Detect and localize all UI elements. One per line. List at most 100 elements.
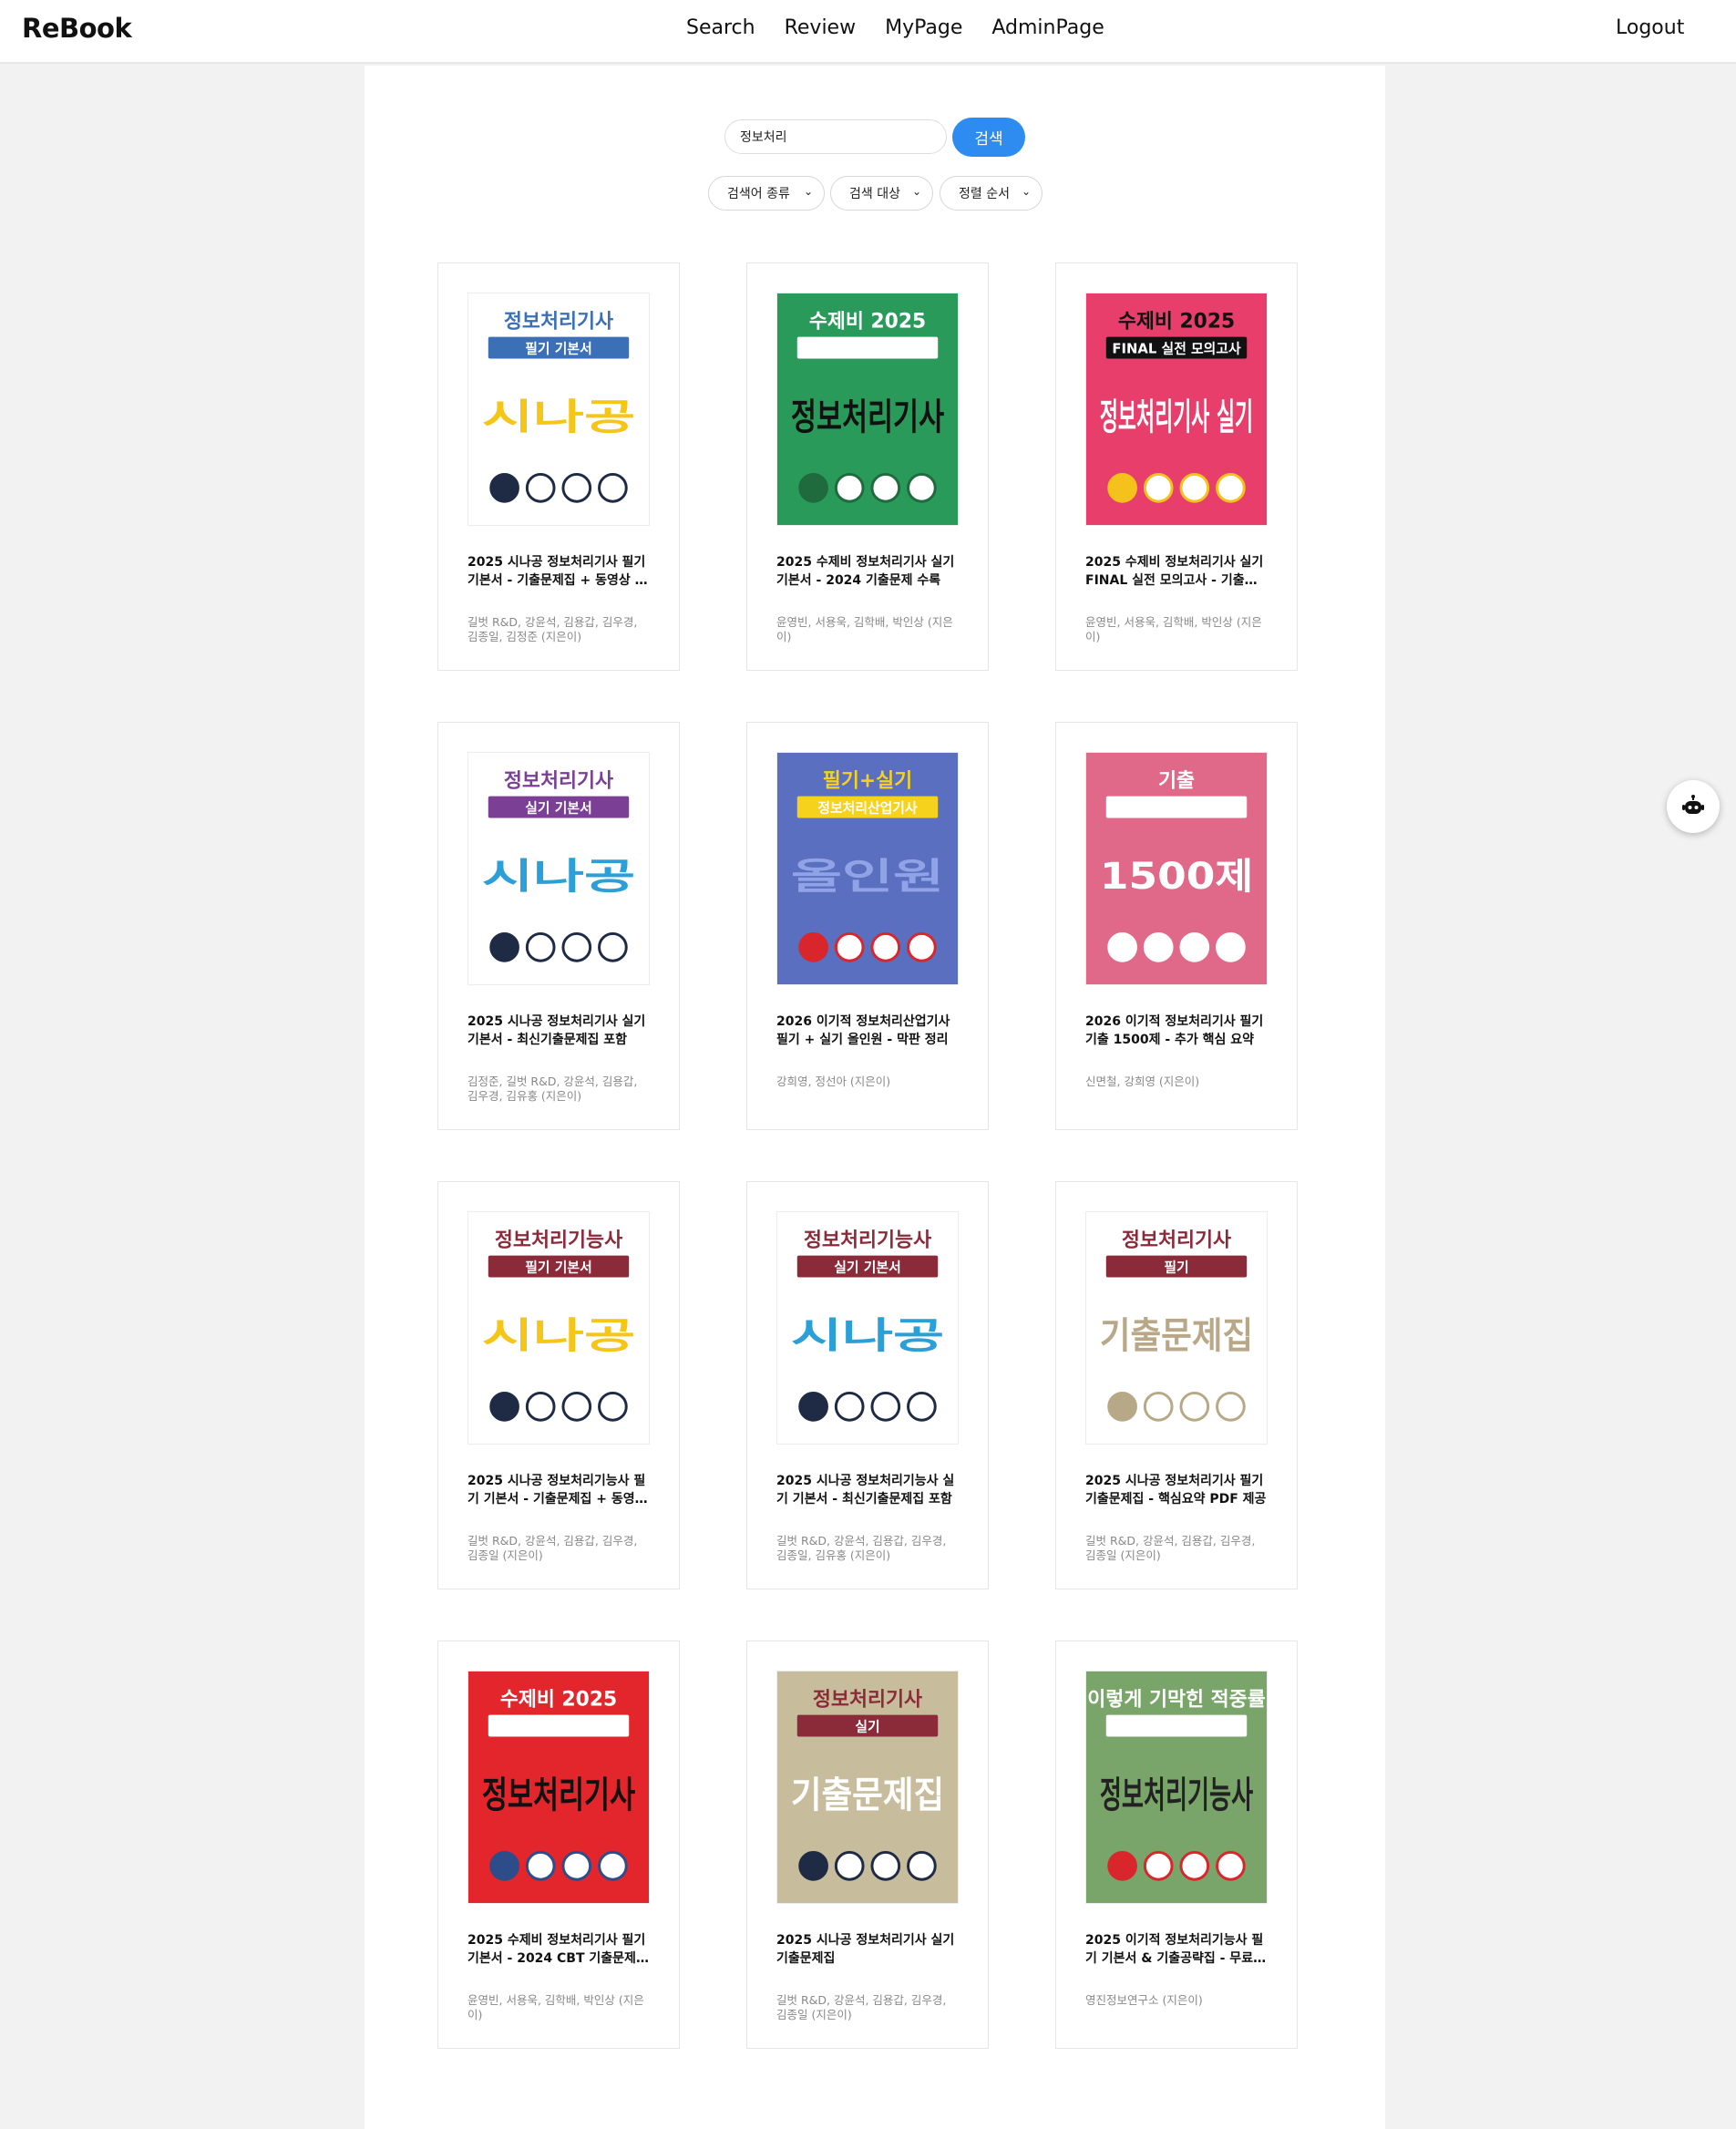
cover-top-text: 수제비 2025	[809, 311, 926, 334]
cover-top-text: 정보처리기능사	[495, 1229, 622, 1252]
cover-sub-text: 필기	[1164, 1718, 1188, 1734]
book-cover-image[interactable]: 수제비 2025 실기 기본서정보처리기사	[776, 293, 959, 526]
chatbot-button[interactable]	[1667, 780, 1720, 833]
robot-icon	[1682, 795, 1704, 814]
book-author: 강희영, 정선아 (지은이)	[776, 1075, 891, 1088]
search-target-select[interactable]: 검색 대상 ⌄	[830, 176, 933, 211]
book-cover-image[interactable]: 정보처리기사 실기 기본서 시나공	[467, 752, 650, 985]
cover-sub-text: 실기 기본서	[834, 1259, 900, 1275]
book-card[interactable]: 기출 정보처리기사 1500제 2026 이기적 정보처리기사 필기 기출 1500제…	[1055, 722, 1298, 1130]
book-title[interactable]: 2025 시나공 정보처리기사 실기 기출문제집	[776, 1931, 959, 1968]
cover-top-text: 정보처리기사	[504, 770, 613, 793]
nav-mypage-link[interactable]: MyPage	[885, 16, 962, 39]
book-card[interactable]: 수제비 2025 실기 기본서정보처리기사 2025 수제비 정보처리기사 실기 기…	[746, 262, 989, 671]
top-navbar: ReBook Search Review MyPage AdminPage Lo…	[0, 0, 1736, 64]
book-cover-art: 정보처리기능사필기 기본서시나공	[468, 1212, 649, 1444]
cover-sub-text: 정보처리산업기사	[817, 799, 918, 816]
book-cover-image[interactable]: 기출 정보처리기사 1500제	[1085, 752, 1268, 985]
book-cover-image[interactable]: 필기+실기정보처리산업기사올인원	[776, 752, 959, 985]
cover-sub-text: 실기 기본서	[834, 340, 900, 356]
cover-top-text: 정보처리기사	[504, 311, 613, 334]
book-cover-art: 정보처리기사필기기출문제집	[1086, 1212, 1267, 1444]
book-title[interactable]: 2026 이기적 정보처리산업기사 필기 + 실기 올인원 - 막판 정리	[776, 1013, 959, 1049]
book-cover-image[interactable]: 정보처리기사필기 기본서시나공	[467, 293, 650, 526]
book-cover-image[interactable]: 정보처리기사필기기출문제집	[1085, 1211, 1268, 1445]
cover-top-text: 수제비 2025	[500, 1689, 617, 1712]
cover-sub-text: 필기 기본서	[525, 340, 591, 356]
cover-sub-text: 정보처리기사	[1139, 799, 1214, 816]
book-author: 길벗 R&D, 강윤석, 김용갑, 김우경, 김종일 (지은이)	[776, 1993, 947, 2021]
book-title[interactable]: 2025 이기적 정보처리기능사 필기 기본서 & 기출공략집 - 무료 동영상	[1085, 1931, 1268, 1968]
sort-order-select-label: 정렬 순서	[959, 187, 1010, 201]
book-cover-image[interactable]: 정보처리기사 실기 기출문제집	[776, 1671, 959, 1904]
book-author: 윤영빈, 서용욱, 김학배, 박인상 (지은이)	[776, 615, 953, 643]
search-type-select[interactable]: 검색어 종류 ⌄	[708, 176, 825, 211]
cover-main-text: 정보처리기사 실기	[1100, 396, 1253, 438]
book-cover-image[interactable]: 정보처리기능사실기 기본서시나공	[776, 1211, 959, 1445]
chevron-down-icon: ⌄	[1021, 185, 1031, 198]
cover-main-text: 1500제	[1100, 856, 1253, 898]
book-title[interactable]: 2025 시나공 정보처리기사 실기 기본서 - 최신기출문제집 포함	[467, 1013, 650, 1049]
search-type-select-label: 검색어 종류	[727, 187, 790, 201]
book-cover-art: 수제비 2025 FINAL 실전 모의고사정보처리기사 실기	[1086, 293, 1267, 525]
cover-sub-text: 필기	[1164, 1259, 1188, 1275]
search-button[interactable]: 검색	[952, 118, 1025, 157]
book-cover-image[interactable]: 수제비 2025 FINAL 실전 모의고사 정보처리기사 실기	[1085, 293, 1268, 526]
book-card[interactable]: 정보처리기능사 필기 기본서 시나공 2025 시나공 정보처리기능사 필기 기본서 …	[437, 1181, 680, 1589]
book-author: 김정준, 길벗 R&D, 강윤석, 김용갑, 김우경, 김유홍 (지은이)	[467, 1075, 638, 1103]
cover-top-text: 수제비 2025	[1118, 311, 1235, 334]
cover-top-text: 정보처리기사	[1122, 1229, 1231, 1252]
book-cover-art: 정보처리기사실기 기본서시나공	[468, 753, 649, 984]
book-author: 신면철, 강희영 (지은이)	[1085, 1075, 1200, 1088]
cover-top-text: 필기+실기	[823, 770, 912, 793]
chevron-down-icon: ⌄	[803, 185, 813, 198]
book-cover-image[interactable]: 정보처리기능사 필기 기본서 시나공	[467, 1211, 650, 1445]
book-author: 길벗 R&D, 강윤석, 김용갑, 김우경, 김종일 (지은이)	[467, 1534, 638, 1562]
book-title[interactable]: 2026 이기적 정보처리기사 필기 기출 1500제 - 추가 핵심 요약	[1085, 1013, 1268, 1049]
nav-review-link[interactable]: Review	[785, 16, 857, 39]
book-title[interactable]: 2025 시나공 정보처리기능사 실기 기본서 - 최신기출문제집 포함	[776, 1472, 959, 1508]
book-card[interactable]: 정보처리기사 실기 기본서 시나공 2025 시나공 정보처리기사 실기 기본서 - …	[437, 722, 680, 1130]
cover-top-text: 정보처리기능사	[804, 1229, 931, 1252]
book-author: 윤영빈, 서용욱, 김학배, 박인상 (지은이)	[1085, 615, 1262, 643]
book-cover-image[interactable]: 수제비 2025 필기 기본서 정보처리기사	[467, 1671, 650, 1904]
cover-main-text: 시나공	[791, 1315, 944, 1357]
book-card[interactable]: 수제비 2025 FINAL 실전 모의고사 정보처리기사 실기 2025 수제비 정…	[1055, 262, 1298, 671]
app-logo[interactable]: ReBook	[22, 13, 132, 44]
book-card[interactable]: 수제비 2025 필기 기본서 정보처리기사 2025 수제비 정보처리기사 필기 기…	[437, 1640, 680, 2049]
book-author: 길벗 R&D, 강윤석, 김용갑, 김우경, 김종일 (지은이)	[1085, 1534, 1256, 1562]
book-cover-art: 수제비 2025 필기 기본서정보처리기사	[468, 1671, 649, 1903]
nav-adminpage-link[interactable]: AdminPage	[991, 16, 1104, 39]
book-card[interactable]: 필기+실기정보처리산업기사올인원 2026 이기적 정보처리산업기사 필기 + 실…	[746, 722, 989, 1130]
book-card[interactable]: 이렇게 기막힌 적중률 필기 정보처리기능사 2025 이기적 정보처리기능사 필기 …	[1055, 1640, 1298, 2049]
cover-main-text: 올인원	[791, 856, 944, 898]
book-title[interactable]: 2025 시나공 정보처리기사 필기 기출문제집 - 핵심요약 PDF 제공	[1085, 1472, 1268, 1508]
cover-sub-text: 필기 기본서	[525, 1259, 591, 1275]
search-input[interactable]	[724, 119, 947, 154]
book-card[interactable]: 정보처리기능사실기 기본서시나공 2025 시나공 정보처리기능사 실기 기본서 …	[746, 1181, 989, 1589]
logout-link[interactable]: Logout	[1616, 16, 1684, 39]
cover-sub-text: 필기 기본서	[525, 1718, 591, 1734]
nav-search-link[interactable]: Search	[686, 16, 755, 39]
cover-main-text: 정보처리기능사	[1100, 1774, 1253, 1816]
book-cover-art: 이렇게 기막힌 적중률필기정보처리기능사	[1086, 1671, 1267, 1903]
book-card[interactable]: 정보처리기사 실기 기출문제집 2025 시나공 정보처리기사 실기 기출문제집길벗 …	[746, 1640, 989, 2049]
cover-main-text: 시나공	[482, 396, 635, 438]
book-cover-art: 정보처리기능사실기 기본서시나공	[777, 1212, 958, 1444]
book-title[interactable]: 2025 수제비 정보처리기사 실기 기본서 - 2024 기출문제 수록	[776, 553, 959, 590]
book-title[interactable]: 2025 수제비 정보처리기사 필기 기본서 - 2024 CBT 기출문제 수…	[467, 1931, 650, 1968]
sort-order-select[interactable]: 정렬 순서 ⌄	[940, 176, 1043, 211]
book-author: 영진정보연구소 (지은이)	[1085, 1993, 1203, 2007]
book-card[interactable]: 정보처리기사필기 기본서시나공 2025 시나공 정보처리기사 필기 기본서 - …	[437, 262, 680, 671]
book-cover-art: 필기+실기정보처리산업기사올인원	[777, 753, 958, 984]
cover-main-text: 정보처리기사	[791, 396, 944, 438]
nav-links: Search Review MyPage AdminPage	[686, 16, 1104, 39]
book-title[interactable]: 2025 시나공 정보처리기능사 필기 기본서 - 기출문제집 + 동영상 강의	[467, 1472, 650, 1508]
book-title[interactable]: 2025 시나공 정보처리기사 필기 기본서 - 기출문제집 + 동영상 강의 …	[467, 553, 650, 590]
search-target-select-label: 검색 대상	[849, 187, 900, 201]
book-cover-image[interactable]: 이렇게 기막힌 적중률 필기 정보처리기능사	[1085, 1671, 1268, 1904]
book-card[interactable]: 정보처리기사필기기출문제집 2025 시나공 정보처리기사 필기 기출문제집 - …	[1055, 1181, 1298, 1589]
cover-main-text: 기출문제집	[1100, 1315, 1253, 1357]
book-title[interactable]: 2025 수제비 정보처리기사 실기 FINAL 실전 모의고사 - 기출문제 …	[1085, 553, 1268, 590]
chevron-down-icon: ⌄	[911, 185, 921, 198]
